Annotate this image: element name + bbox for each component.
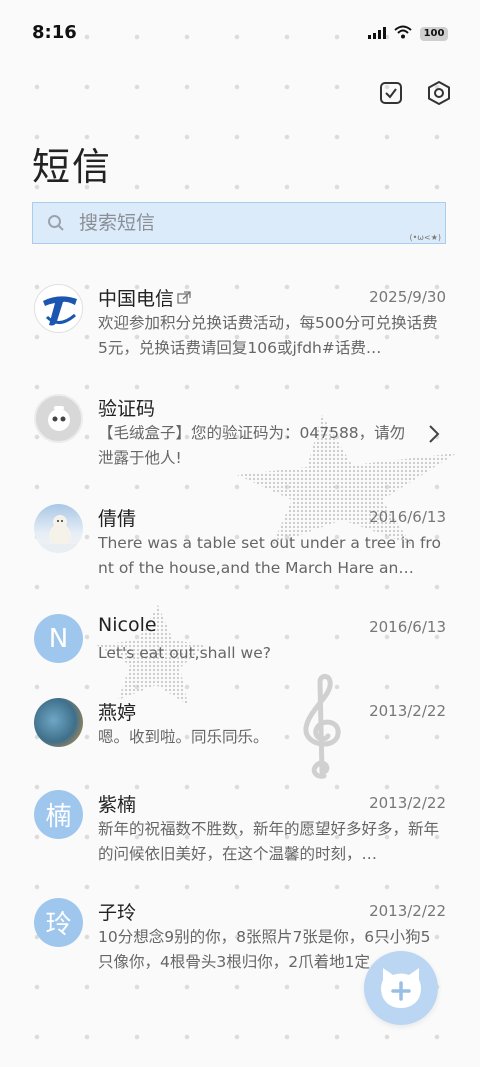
external-link-icon bbox=[177, 290, 191, 304]
conversation-item[interactable]: 验证码 【毛绒盒子】您的验证码为：047588，请勿泄露于他人! bbox=[0, 386, 480, 482]
conversation-date: 2013/2/22 bbox=[369, 902, 446, 920]
conversation-date: 2013/2/22 bbox=[369, 702, 446, 720]
conversation-date: 2025/9/30 bbox=[369, 288, 446, 306]
settings-icon[interactable] bbox=[426, 80, 452, 106]
conversation-preview: Let's eat out,shall we? bbox=[98, 644, 271, 662]
conversation-preview: There was a table set out under a tree i… bbox=[98, 534, 441, 577]
wifi-icon bbox=[394, 24, 412, 43]
conversation-name: Nicole bbox=[98, 614, 157, 636]
search-icon bbox=[48, 215, 64, 231]
search-bar[interactable]: (•ω<★) bbox=[32, 202, 446, 244]
conversation-name: 验证码 bbox=[98, 398, 156, 420]
avatar: 楠 bbox=[34, 790, 83, 839]
china-telecom-logo bbox=[34, 284, 83, 333]
conversation-name: 中国电信 bbox=[98, 284, 191, 311]
status-time: 8:16 bbox=[32, 22, 77, 43]
conversation-item[interactable]: 倩倩 2016/6/13 There was a table set out u… bbox=[0, 496, 480, 592]
conversation-item[interactable]: 楠 紫楠 2013/2/22 新年的祝福数不胜数，新年的愿望好多好多，新年的问候… bbox=[0, 782, 480, 878]
conversation-name: 燕婷 bbox=[98, 702, 137, 724]
conversation-item[interactable]: 中国电信 2025/9/30 欢迎参加积分兑换话费活动，每500分可兑换话费5元… bbox=[0, 276, 480, 372]
polar-bear-avatar bbox=[34, 504, 83, 553]
status-bar: 8:16 100 bbox=[0, 0, 480, 66]
cat-plus-icon bbox=[381, 968, 421, 1008]
conversation-item[interactable]: N Nicole 2016/6/13 Let's eat out,shall w… bbox=[0, 606, 480, 702]
select-checkbox-icon[interactable] bbox=[378, 80, 404, 106]
conversation-date: 2013/2/22 bbox=[369, 794, 446, 812]
conversation-date: 2016/6/13 bbox=[369, 618, 446, 636]
new-message-button[interactable] bbox=[364, 951, 438, 1025]
search-input[interactable] bbox=[77, 211, 381, 235]
search-kaomoji: (•ω<★) bbox=[409, 233, 441, 242]
chevron-right-icon[interactable] bbox=[428, 424, 440, 444]
conversation-name: 倩倩 bbox=[98, 508, 137, 530]
conversation-date: 2016/6/13 bbox=[369, 508, 446, 526]
page-title: 短信 bbox=[32, 145, 113, 189]
conversation-preview: 欢迎参加积分兑换话费活动，每500分可兑换话费5元，兑换话费请回复106或jfd… bbox=[98, 314, 438, 357]
avatar: N bbox=[34, 614, 83, 663]
battery-icon: 100 bbox=[420, 26, 448, 41]
conversation-item[interactable]: 燕婷 2013/2/22 嗯。收到啦。同乐同乐。 bbox=[0, 690, 480, 786]
avatar: 玲 bbox=[34, 898, 83, 947]
conversation-name: 子玲 bbox=[98, 902, 137, 924]
conversation-preview: 【毛绒盒子】您的验证码为：047588，请勿泄露于他人! bbox=[98, 424, 406, 467]
conversation-preview: 嗯。收到啦。同乐同乐。 bbox=[98, 728, 269, 746]
signal-icon bbox=[368, 24, 386, 43]
landscape-avatar bbox=[34, 698, 83, 747]
plush-box-avatar bbox=[34, 394, 83, 443]
conversation-name: 紫楠 bbox=[98, 794, 137, 816]
conversation-preview: 新年的祝福数不胜数，新年的愿望好多好多，新年的问候依旧美好，在这个温馨的时刻，… bbox=[98, 820, 440, 863]
